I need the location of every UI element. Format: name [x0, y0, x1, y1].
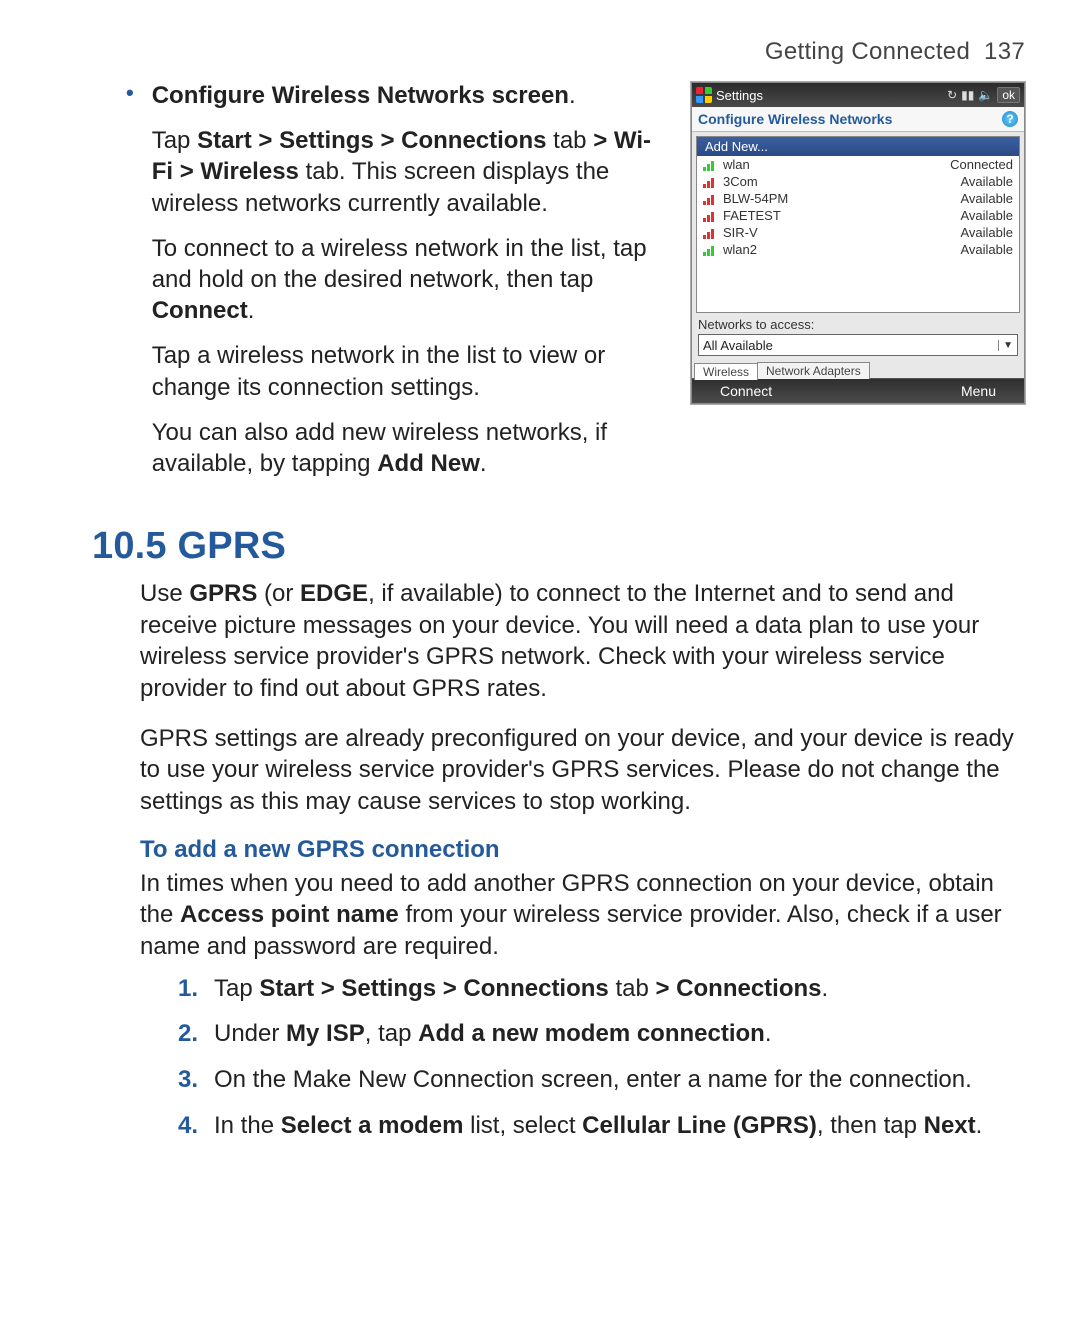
network-name: SIR-V: [723, 225, 960, 240]
network-status: Available: [960, 242, 1013, 257]
step-number: 1.: [178, 973, 198, 1005]
wifi-signal-icon: [703, 244, 717, 256]
network-row[interactable]: FAETESTAvailable: [697, 207, 1019, 224]
softkey-menu[interactable]: Menu: [961, 383, 996, 399]
bullet-marker: •: [126, 80, 134, 493]
bullet-content: Configure Wireless Networks screen. Tap …: [152, 80, 671, 493]
steps-list: 1. Tap Start > Settings > Connections ta…: [92, 973, 1025, 1142]
network-list: Add New... wlanConnected3ComAvailableBLW…: [696, 136, 1020, 313]
page-header: Getting Connected 137: [92, 38, 1025, 66]
device-tabs: Wireless Network Adapters: [694, 362, 1022, 379]
network-status: Connected: [950, 157, 1013, 172]
tab-wireless[interactable]: Wireless: [694, 363, 758, 380]
sync-icon: ↻: [947, 88, 957, 102]
dropdown-value: All Available: [703, 338, 773, 353]
step-3: 3. On the Make New Connection screen, en…: [178, 1064, 1025, 1096]
network-status: Available: [960, 191, 1013, 206]
section-heading-gprs: 10.5 GPRS: [92, 525, 1025, 568]
start-icon[interactable]: [696, 87, 712, 103]
bullet-title: Configure Wireless Networks screen.: [152, 80, 671, 111]
network-status: Available: [960, 208, 1013, 223]
network-row[interactable]: wlan2Available: [697, 241, 1019, 258]
wifi-signal-icon: [703, 159, 717, 171]
networks-to-access-label: Networks to access:: [698, 317, 1018, 332]
device-topbar-title: Settings: [716, 88, 763, 103]
device-screen-title: Configure Wireless Networks: [698, 111, 892, 127]
step-2: 2. Under My ISP, tap Add a new modem con…: [178, 1018, 1025, 1050]
gprs-para-2: GPRS settings are already preconfigured …: [92, 723, 1025, 818]
chapter-title: Getting Connected: [765, 38, 970, 65]
chevron-down-icon: ▼: [998, 340, 1013, 351]
step-number: 3.: [178, 1064, 198, 1096]
bullet-para-3: Tap a wireless network in the list to vi…: [152, 340, 671, 402]
volume-icon: 🔈: [978, 88, 993, 102]
network-name: FAETEST: [723, 208, 960, 223]
device-screen-title-bar: Configure Wireless Networks ?: [692, 107, 1024, 132]
signal-icon: ▮▮: [961, 88, 974, 102]
step-number: 2.: [178, 1018, 198, 1050]
network-status: Available: [960, 174, 1013, 189]
help-icon[interactable]: ?: [1002, 111, 1018, 127]
bullet-para-2: To connect to a wireless network in the …: [152, 233, 671, 327]
tab-network-adapters[interactable]: Network Adapters: [757, 362, 870, 379]
wifi-signal-icon: [703, 210, 717, 222]
page-number: 137: [984, 38, 1025, 65]
add-new-row[interactable]: Add New...: [697, 137, 1019, 156]
wifi-signal-icon: [703, 227, 717, 239]
device-screenshot: Settings ↻ ▮▮ 🔈 ok Configure Wireless Ne…: [691, 82, 1025, 404]
device-topbar: Settings ↻ ▮▮ 🔈 ok: [692, 83, 1024, 107]
sub-heading-add-gprs: To add a new GPRS connection: [92, 836, 1025, 864]
network-name: 3Com: [723, 174, 960, 189]
network-row[interactable]: wlanConnected: [697, 156, 1019, 173]
network-name: BLW-54PM: [723, 191, 960, 206]
step-1: 1. Tap Start > Settings > Connections ta…: [178, 973, 1025, 1005]
network-name: wlan2: [723, 242, 960, 257]
network-name: wlan: [723, 157, 950, 172]
network-status: Available: [960, 225, 1013, 240]
ok-button[interactable]: ok: [997, 87, 1020, 103]
softkey-connect[interactable]: Connect: [720, 383, 772, 399]
network-row[interactable]: BLW-54PMAvailable: [697, 190, 1019, 207]
gprs-para-1: Use GPRS (or EDGE, if available) to conn…: [92, 578, 1025, 705]
bullet-para-1: Tap Start > Settings > Connections tab >…: [152, 125, 671, 219]
bullet-title-bold: Configure Wireless Networks screen: [152, 82, 569, 109]
step-number: 4.: [178, 1110, 198, 1142]
network-row[interactable]: 3ComAvailable: [697, 173, 1019, 190]
networks-to-access-dropdown[interactable]: All Available ▼: [698, 334, 1018, 356]
wifi-signal-icon: [703, 176, 717, 188]
wifi-signal-icon: [703, 193, 717, 205]
gprs-para-3: In times when you need to add another GP…: [92, 868, 1025, 963]
device-softkeys: Connect Menu: [692, 378, 1024, 403]
network-row[interactable]: SIR-VAvailable: [697, 224, 1019, 241]
step-4: 4. In the Select a modem list, select Ce…: [178, 1110, 1025, 1142]
bullet-para-4: You can also add new wireless networks, …: [152, 417, 671, 479]
